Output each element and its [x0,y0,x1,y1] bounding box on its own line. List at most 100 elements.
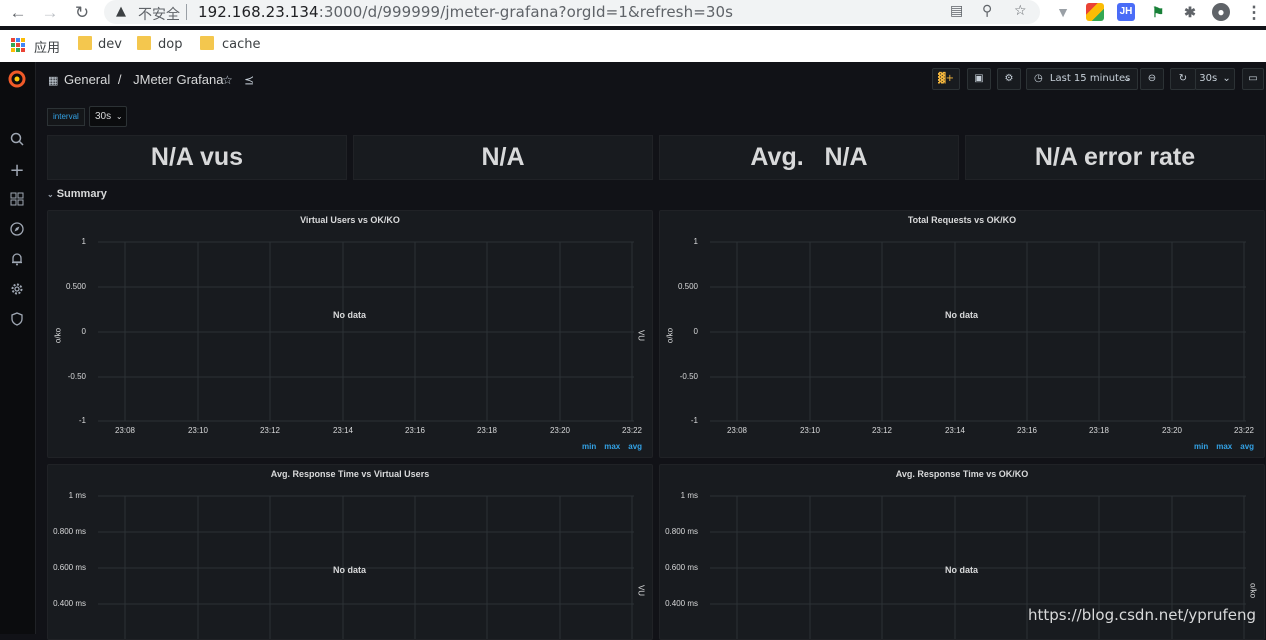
y-tick: 0.400 ms [53,599,86,608]
y-tick: 0.600 ms [665,563,698,572]
clock-icon: ◷ [1034,73,1043,84]
x-tick: 23:10 [187,426,209,435]
panel-avg-response-time-vs-virtual-users[interactable]: Avg. Response Time vs Virtual Users 1 ms… [47,464,653,640]
url-text[interactable]: 192.168.23.134:3000/d/999999/jmeter-graf… [198,3,733,21]
insecure-label: 不安全 [138,7,180,23]
chrome-menu-icon[interactable]: ⋮ [1244,3,1264,23]
star-icon[interactable]: ☆ [222,73,233,87]
profile-avatar-icon[interactable]: ● [1212,3,1230,21]
y-tick: 0.500 [65,282,86,291]
bookmark-cache[interactable]: cache [222,37,261,52]
configuration-gear-icon[interactable] [8,282,26,300]
dashboard-title[interactable]: JMeter Grafana [133,72,223,87]
vue-extension-icon[interactable]: ▼ [1054,3,1072,21]
extension-flag-icon[interactable]: ⚑ [1149,3,1167,21]
breadcrumb-folder[interactable]: General [64,72,110,87]
graph-grid [710,241,1246,422]
legend: min max avg [574,442,642,451]
legend-avg[interactable]: avg [1240,442,1254,451]
zoom-out-icon[interactable]: ⊖ [1140,68,1164,90]
chevron-down-icon: ⌄ [47,190,54,199]
y-tick: 1 [81,237,86,246]
time-range-label: Last 15 minutes [1049,73,1131,84]
legend-avg[interactable]: avg [628,442,642,451]
variable-interval-select[interactable]: 30s ⌄ [89,106,127,127]
view-mode-monitor-icon[interactable]: ▭ [1242,68,1264,90]
bookmark-star-icon[interactable]: ☆ [1014,3,1027,19]
y-tick: -0.50 [679,372,698,381]
legend-max[interactable]: max [1216,442,1232,451]
y-tick: 0.500 [677,282,698,291]
server-admin-shield-icon[interactable] [8,312,26,330]
bookmark-apps[interactable]: 应用 [34,37,60,56]
no-data-message: No data [945,565,979,575]
folder-icon [78,36,92,50]
x-tick: 23:14 [332,426,354,435]
variable-value: 30s [95,111,112,122]
jh-extension-icon[interactable]: JH [1117,3,1135,21]
y-tick: -1 [78,416,86,425]
grafana-main: ▦ General / JMeter Grafana ☆ ⪯ ▓+ ▣ ⚙ ◷ … [36,62,1266,640]
address-bar[interactable]: ▲ 不安全 192.168.23.134:3000/d/999999/jmete… [104,0,1040,24]
left-axis-label: o/ko [53,327,63,344]
panel-virtual-users-vs-ok-ko[interactable]: Virtual Users vs OK/KO 1 0.500 0 -0.50 -… [47,210,653,458]
right-axis-label: o/ko [1248,582,1258,599]
x-tick: 23:16 [404,426,426,435]
url-path: :3000/d/999999/jmeter-grafana?orgId=1&re… [318,3,734,21]
x-tick: 23:14 [944,426,966,435]
back-arrow-icon[interactable]: ← [8,3,28,23]
legend: min max avg [1186,442,1254,451]
bookmark-dop[interactable]: dop [158,37,182,52]
row-summary-toggle[interactable]: ⌄ Summary [47,188,107,200]
x-tick: 23:20 [549,426,571,435]
x-tick: 23:22 [1233,426,1255,435]
watermark: https://blog.csdn.net/yprufeng [1027,606,1256,624]
y-tick: 0.800 ms [53,527,86,536]
apps-grid-icon[interactable] [11,38,25,52]
row-title: Summary [56,188,107,200]
settings-gear-icon[interactable]: ⚙ [997,68,1021,90]
x-tick: 23:12 [871,426,893,435]
grafana-logo-icon[interactable] [8,70,26,88]
dashboards-grid-icon[interactable] [8,192,26,210]
bookmark-dev[interactable]: dev [98,37,122,52]
forward-arrow-icon[interactable]: → [40,3,60,23]
legend-min[interactable]: min [582,442,596,451]
explore-compass-icon[interactable] [8,222,26,240]
search-icon[interactable] [8,132,26,150]
breadcrumb: General / JMeter Grafana [64,72,223,87]
y-tick: 1 ms [680,491,698,500]
x-tick: 23:08 [114,426,136,435]
x-tick: 23:08 [726,426,748,435]
x-tick: 23:20 [1161,426,1183,435]
right-axis-label: VU [636,329,646,342]
y-tick: 0.800 ms [665,527,698,536]
extension-color-icon[interactable] [1086,3,1104,21]
y-tick: 0.600 ms [53,563,86,572]
no-data-message: No data [333,310,367,320]
time-range-picker[interactable]: ◷ Last 15 minutes ⌄ [1026,68,1138,90]
create-plus-icon[interactable]: + [8,162,26,180]
browser-toolbar: ← → ↻ ▲ 不安全 192.168.23.134:3000/d/999999… [0,0,1266,26]
y-tick: 1 [693,237,698,246]
url-host: 192.168.23.134 [198,3,319,21]
alerting-bell-icon[interactable] [8,252,26,270]
add-panel-icon[interactable]: ▓+ [932,68,960,90]
reload-icon[interactable]: ↻ [72,3,92,23]
zoom-icon[interactable]: ⚲ [982,3,992,19]
panel-total-requests-vs-ok-ko[interactable]: Total Requests vs OK/KO 1 0.500 0 -0.50 … [659,210,1265,458]
refresh-interval-picker[interactable]: 30s ⌄ [1195,68,1235,90]
legend-min[interactable]: min [1194,442,1208,451]
extensions-puzzle-icon[interactable]: ✱ [1181,3,1199,21]
folder-icon [137,36,151,50]
left-axis-label: o/ko [665,327,675,344]
stat-panel-requests: N/A [353,135,653,180]
no-data-message: No data [945,310,979,320]
chevron-down-icon: ⌄ [1222,73,1231,84]
translate-icon[interactable]: ▤ [950,3,963,19]
legend-max[interactable]: max [604,442,620,451]
folder-icon [200,36,214,50]
save-dashboard-icon[interactable]: ▣ [967,68,991,90]
share-icon[interactable]: ⪯ [244,73,254,87]
refresh-icon[interactable]: ↻ [1170,68,1196,90]
